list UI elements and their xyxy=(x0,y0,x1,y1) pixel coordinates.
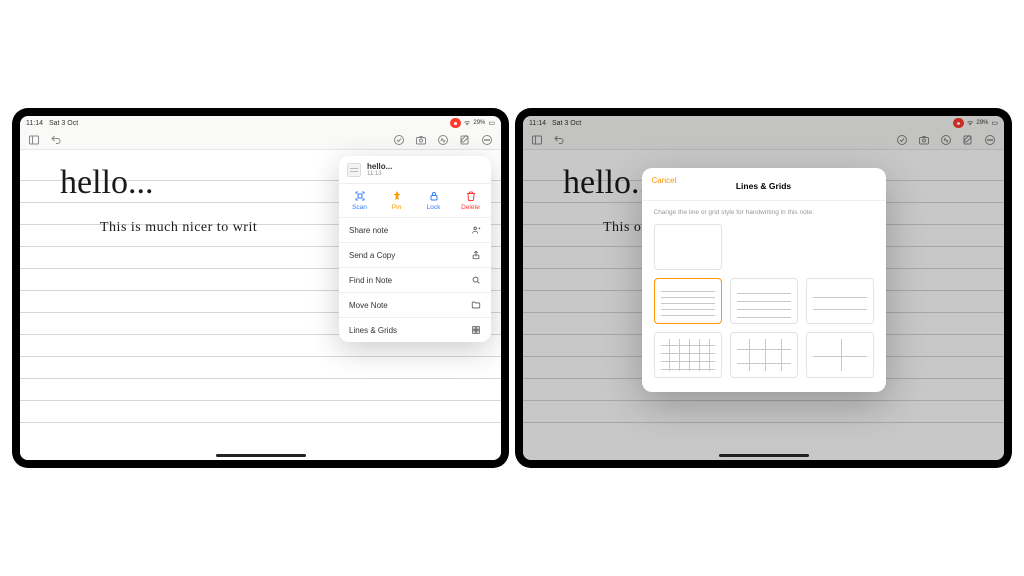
move-note-row[interactable]: Move Note xyxy=(339,293,491,318)
move-label: Move Note xyxy=(349,301,388,310)
note-thumbnail-icon xyxy=(347,163,361,177)
folder-icon xyxy=(471,300,481,310)
markup-icon[interactable] xyxy=(393,134,405,146)
style-blank[interactable] xyxy=(654,224,722,270)
style-lines-medium[interactable] xyxy=(730,278,798,324)
ipad-left: 11:14 Sat 3 Oct ᯤ 29% ▭ xyxy=(12,108,509,468)
share-note-label: Share note xyxy=(349,226,388,235)
share-note-row[interactable]: Share note xyxy=(339,218,491,243)
battery-icon: ▭ xyxy=(488,119,495,127)
modal-header: Cancel Lines & Grids xyxy=(642,168,886,201)
wifi-icon: ᯤ xyxy=(464,119,470,128)
style-lines-narrow[interactable] xyxy=(654,278,722,324)
share-icon xyxy=(471,250,481,260)
draw-icon[interactable] xyxy=(437,134,449,146)
toolbar xyxy=(20,130,501,150)
undo-icon[interactable] xyxy=(50,134,62,146)
scan-label: Scan xyxy=(352,204,367,211)
status-date: Sat 3 Oct xyxy=(49,120,78,127)
delete-label: Delete xyxy=(461,204,480,211)
modal-description: Change the line or grid style for handwr… xyxy=(642,201,886,220)
new-note-icon[interactable] xyxy=(459,134,471,146)
delete-button[interactable]: Delete xyxy=(454,190,488,211)
style-grid-large[interactable] xyxy=(806,332,874,378)
pin-label: Pin xyxy=(392,204,401,211)
battery-label: 29% xyxy=(473,120,485,126)
modal-title: Lines & Grids xyxy=(736,181,791,191)
pin-icon xyxy=(391,190,403,202)
lines-grids-modal: Cancel Lines & Grids Change the line or … xyxy=(642,168,886,392)
sidebar-toggle-icon[interactable] xyxy=(28,134,40,146)
lock-icon xyxy=(428,190,440,202)
lines-grids-row[interactable]: Lines & Grids xyxy=(339,318,491,342)
scan-button[interactable]: Scan xyxy=(343,190,377,211)
recording-pill[interactable] xyxy=(450,118,461,128)
cancel-button[interactable]: Cancel xyxy=(652,176,677,185)
style-lines-wide[interactable] xyxy=(806,278,874,324)
send-copy-label: Send a Copy xyxy=(349,251,395,260)
scan-icon xyxy=(354,190,366,202)
person-add-icon xyxy=(471,225,481,235)
home-indicator[interactable] xyxy=(216,454,306,457)
note-actions-popover: hello... 11:13 Scan Pin Lock xyxy=(339,156,491,342)
popover-header: hello... 11:13 xyxy=(339,156,491,184)
trash-icon xyxy=(465,190,477,202)
find-label: Find in Note xyxy=(349,276,392,285)
lock-button[interactable]: Lock xyxy=(417,190,451,211)
grid-icon xyxy=(471,325,481,335)
more-icon[interactable] xyxy=(481,134,493,146)
quick-actions: Scan Pin Lock Delete xyxy=(339,184,491,218)
lock-label: Lock xyxy=(427,204,441,211)
screen-left: 11:14 Sat 3 Oct ᯤ 29% ▭ xyxy=(20,116,501,460)
send-copy-row[interactable]: Send a Copy xyxy=(339,243,491,268)
handwriting-line: This is much nicer to writ xyxy=(100,220,257,236)
find-in-note-row[interactable]: Find in Note xyxy=(339,268,491,293)
home-indicator-right[interactable] xyxy=(719,454,809,457)
status-bar: 11:14 Sat 3 Oct ᯤ 29% ▭ xyxy=(20,116,501,130)
ipad-right: 11:14 Sat 3 Oct ᯤ 29% ▭ xyxy=(515,108,1012,468)
popover-subtitle: 11:13 xyxy=(367,171,392,177)
handwriting-title: hello... xyxy=(60,164,153,202)
status-time: 11:14 xyxy=(26,120,43,127)
search-icon xyxy=(471,275,481,285)
lines-grids-label: Lines & Grids xyxy=(349,326,397,335)
style-grid-small[interactable] xyxy=(654,332,722,378)
pin-button[interactable]: Pin xyxy=(380,190,414,211)
camera-icon[interactable] xyxy=(415,134,427,146)
screen-right: 11:14 Sat 3 Oct ᯤ 29% ▭ xyxy=(523,116,1004,460)
popover-title: hello... xyxy=(367,162,392,171)
style-grid-medium[interactable] xyxy=(730,332,798,378)
style-options-grid xyxy=(642,220,886,382)
